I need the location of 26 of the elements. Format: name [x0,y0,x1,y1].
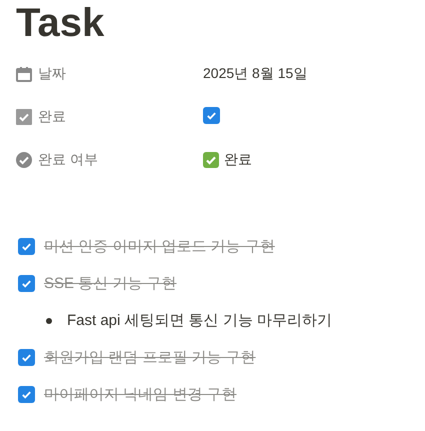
checkbox[interactable] [203,107,220,124]
todo-checkbox[interactable] [18,238,35,255]
calendar-icon [16,66,32,82]
todo-text: 회원가입 랜덤 프로필 기능 구현 [44,348,256,367]
todo-text: 마이페이지 닉네임 변경 구현 [44,385,237,404]
check-icon [21,241,32,252]
check-icon [21,389,32,400]
todo-text: SSE 통신 기능 구현 [44,274,177,293]
todo-checkbox[interactable] [18,275,35,292]
todo-text: 미션 인증 이미지 업로드 기능 구현 [44,237,275,256]
check-icon [206,110,217,121]
property-label: 날짜 [38,64,66,82]
bullet-icon [46,318,52,324]
property-label: 완료 여부 [38,150,98,168]
check-circle-icon [16,152,32,168]
check-icon [21,352,32,363]
bullet-text: Fast api 세팅되면 통신 기능 마무리하기 [67,311,332,330]
checkbox-icon [16,108,32,124]
check-mark-icon [203,152,219,168]
todo-checkbox[interactable] [18,386,35,403]
check-icon [21,278,32,289]
date-value: 2025년 8월 15일 [203,64,308,82]
todo-checkbox[interactable] [18,349,35,366]
status-value: 완료 [224,150,252,168]
page-title: Task [16,0,106,46]
property-label: 완료 [38,108,66,126]
